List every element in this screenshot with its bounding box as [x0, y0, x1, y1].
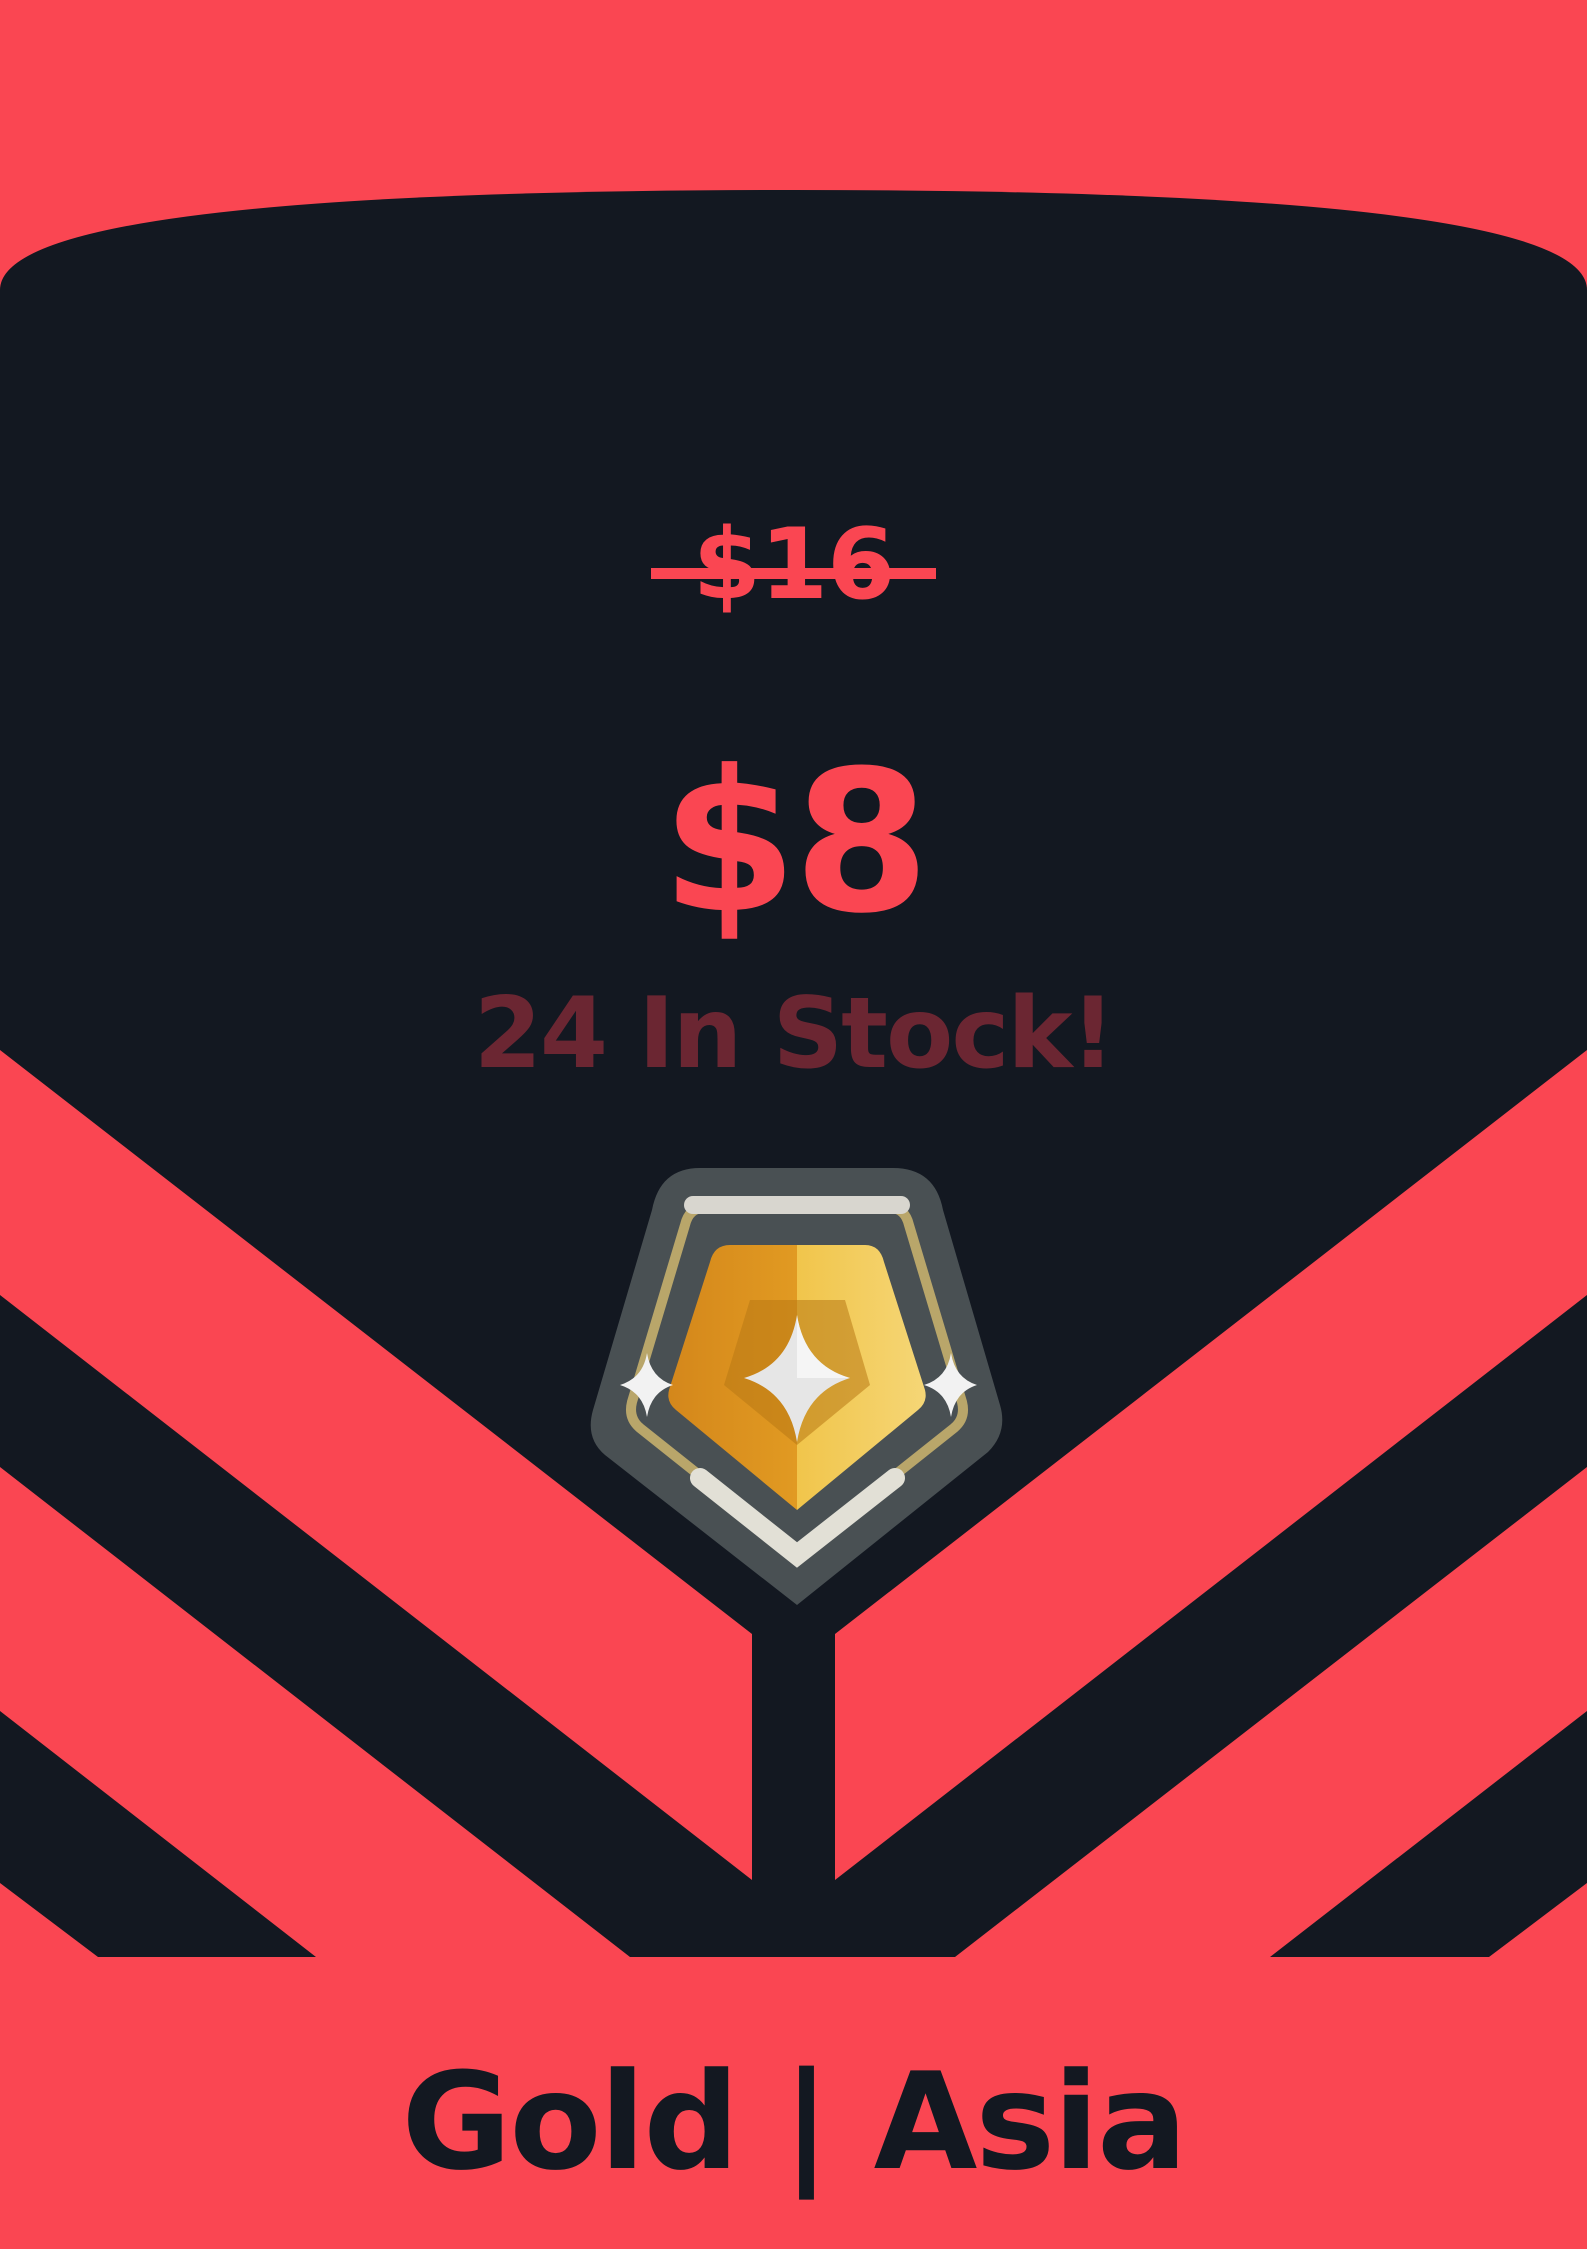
sale-price: $8: [661, 729, 930, 957]
original-price: $16: [0, 516, 1587, 614]
original-price-value: $16: [650, 516, 937, 614]
product-card: $16 $8 24 In Stock! Gold | Asia: [0, 0, 1587, 2245]
stock-count: 24 In Stock!: [473, 977, 1116, 1091]
product-title: Gold | Asia: [401, 2044, 1188, 2200]
card-background: [0, 0, 1587, 2245]
